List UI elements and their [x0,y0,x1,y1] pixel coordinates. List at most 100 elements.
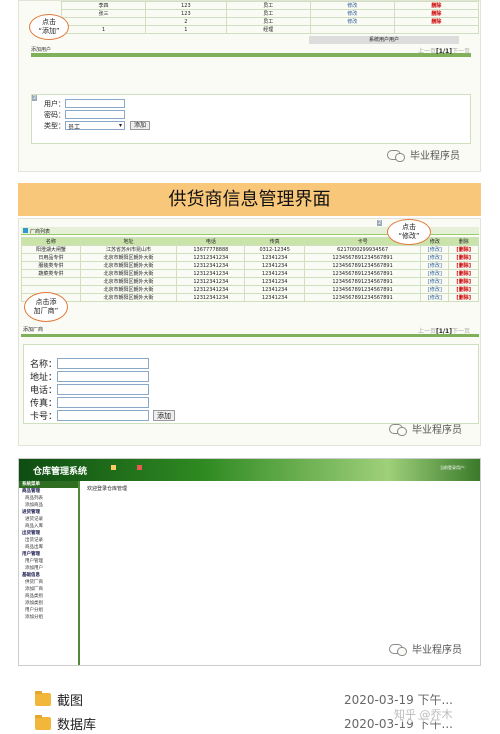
table-cell: 经理 [225,25,311,34]
file-row[interactable]: 截图 [35,690,83,709]
sidebar-item[interactable]: 商品类别 [19,593,78,600]
fax-label: 传真： [29,399,57,409]
table-row: 北京市朝阳区朝外大街 12312341234 12341234 12345678912… [21,285,479,294]
wechat-icon [389,423,407,436]
delete-link[interactable]: 删除 [393,1,480,10]
table-cell: 员工 [225,1,311,10]
sidebar-item[interactable]: 添加商品 [19,502,78,509]
sidebar-group[interactable]: 商品管理 [19,488,78,495]
edit-link[interactable]: [修改] [420,269,450,278]
sidebar-item[interactable]: 添加用户 [19,565,78,572]
prev-page-link[interactable]: 上一页 [418,48,436,55]
table-cell: 12312341234 [176,253,246,262]
add-vendor-link[interactable]: 添加厂商 [23,326,43,333]
sidebar-item[interactable]: 添加类别 [19,600,78,607]
sidebar-item[interactable]: 用户分组 [19,607,78,614]
sidebar-item[interactable]: 供货厂商 [19,579,78,586]
supplier-table: 名称 地址 电话 传真 卡号 修改 删除 阳澄湖大闸蟹 江苏省苏州市昆山市 1367777888… [21,237,479,302]
column-header: 电话 [176,237,246,246]
column-header: 传真 [244,237,305,246]
table-cell: 12312341234 [176,285,246,294]
callout-line: “添加” [38,27,60,35]
callout-line: 点击 [402,223,416,231]
app-header: 仓库管理系统 当前登录用户： [19,459,480,481]
list-title: 厂商列表 [30,229,51,235]
page-indicator: [1/1] [435,48,452,55]
sidebar-group[interactable]: 用户管理 [19,551,78,558]
address-input[interactable] [57,371,149,382]
column-header: 名称 [21,237,81,246]
edit-link[interactable]: 修改 [309,1,395,10]
edit-link[interactable]: [修改] [420,277,450,286]
user-label: 用户： [44,99,65,108]
sidebar-group[interactable]: 出货管理 [19,530,78,537]
sidebar-item[interactable]: 商品出库 [19,544,78,551]
edit-link[interactable]: 修改 [309,9,395,18]
phone-input[interactable] [57,384,149,395]
table-cell: 北京市朝阳区朝外大街 [79,285,178,294]
edit-link[interactable]: [修改] [420,261,450,270]
edit-link[interactable]: [修改] [420,285,450,294]
sidebar-group[interactable]: 基础信息 [19,572,78,579]
sidebar-group[interactable]: 系统菜单 [19,481,78,488]
table-cell: 北京市朝阳区朝外大街 [79,269,178,278]
table-cell [60,17,147,26]
table-cell: 员工 [225,9,311,18]
callout-line: 点击 [42,18,56,26]
add-button[interactable]: 添加 [130,121,151,130]
fax-input[interactable] [57,397,149,408]
delete-link[interactable]: [删除] [448,285,479,294]
table-cell: 123 [145,9,227,18]
sidebar-item[interactable]: 出货记录 [19,537,78,544]
watermark: 毕业程序员 [389,421,462,436]
file-name: 数据库 [57,718,97,733]
type-label: 类型： [44,121,65,130]
exit-icon[interactable] [137,465,142,470]
home-icon[interactable] [111,465,116,470]
delete-link[interactable]: [删除] [448,261,479,270]
next-page-link[interactable]: 下一页 [452,48,470,55]
table-cell: 员工 [225,17,311,26]
sys-user-link[interactable]: 系统用户用户 [309,36,459,44]
user-management-panel: 李四 123 员工 修改 删除 张三 123 员工 修改 删除 2 员工 修改 删除 1 1 经理 系统用户用户… [18,0,481,172]
add-vendor-button[interactable]: 添加 [153,410,175,421]
delete-link[interactable]: [删除] [448,245,479,254]
edit-link[interactable] [309,25,395,34]
callout-line: 加厂商” [33,307,59,315]
table-cell: 12341234 [244,261,305,270]
table-cell: 1 [60,25,147,34]
sidebar-item[interactable]: 进货记录 [19,516,78,523]
delete-link[interactable]: 删除 [393,9,480,18]
add-user-link[interactable]: 添加用户 [31,46,51,53]
sidebar-item[interactable]: 商品入库 [19,523,78,530]
edit-link[interactable]: 修改 [309,17,395,26]
user-input[interactable] [65,99,125,108]
password-input[interactable] [65,110,125,119]
edit-link[interactable]: [修改] [420,293,450,302]
table-cell: 1234567891234567891 [303,285,422,294]
sidebar-item[interactable]: 用户管理 [19,558,78,565]
table-cell: 阳澄湖大闸蟹 [21,245,81,254]
card-input[interactable] [57,410,149,421]
file-row[interactable]: 数据库 [35,714,96,733]
delete-link[interactable]: [删除] [448,253,479,262]
delete-link[interactable]: [删除] [448,269,479,278]
watermark: 毕业程序员 [387,147,460,162]
section-banner: 供货商信息管理界面 [18,183,481,216]
edit-link[interactable]: [修改] [420,245,450,254]
type-select[interactable]: 员工 ▾ [65,121,125,131]
sidebar-item[interactable]: 添加分组 [19,614,78,621]
table-row: 北京市朝阳区朝外大街 12312341234 12341234 12345678912… [21,277,479,286]
table-row: 北京市朝阳区朝外大街 12312341234 12341234 12345678912… [21,293,479,302]
delete-link[interactable] [393,25,480,34]
table-cell: 江苏省苏州市昆山市 [79,245,178,254]
delete-link[interactable]: 删除 [393,17,480,26]
delete-link[interactable]: [删除] [448,293,479,302]
sidebar-group[interactable]: 进货管理 [19,509,78,516]
table-cell: 1234567891234567891 [303,293,422,302]
sidebar-item[interactable]: 添加厂商 [19,586,78,593]
sidebar-item[interactable]: 商品列表 [19,495,78,502]
delete-link[interactable]: [删除] [448,277,479,286]
edit-link[interactable]: [修改] [420,253,450,262]
name-input[interactable] [57,358,149,369]
